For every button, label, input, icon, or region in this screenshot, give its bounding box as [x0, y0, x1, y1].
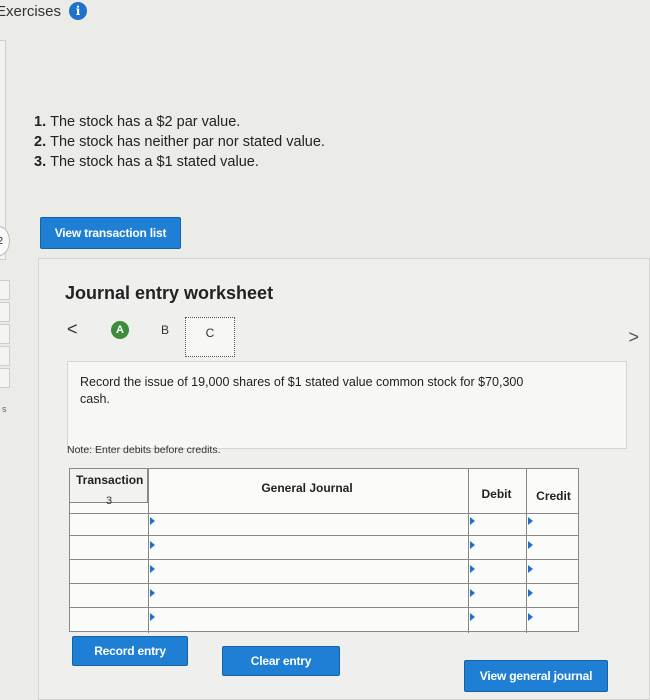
table-row[interactable] — [70, 607, 578, 608]
requirement-item: 1. The stock has a $2 par value. — [34, 114, 241, 130]
entry-cell-marker-icon — [528, 589, 533, 597]
view-general-journal-button[interactable]: View general journal — [464, 660, 608, 692]
requirements-list: 1. The stock has a $2 par value. 2. The st… — [34, 112, 325, 172]
journal-entry-worksheet: Journal entry worksheet < A B C > Record… — [38, 258, 650, 700]
entry-cell-marker-icon — [528, 541, 533, 549]
requirement-item: 3. The stock has a $1 stated value. — [34, 154, 259, 170]
entry-cell-marker-icon — [150, 565, 155, 573]
worksheet-title: Journal entry worksheet — [65, 283, 274, 303]
entry-cell-marker-icon — [528, 517, 533, 525]
entry-cell-marker-icon — [470, 541, 475, 549]
table-row[interactable] — [70, 559, 578, 560]
exercises-header: Exercises i — [0, 0, 650, 22]
column-header-debit: Debit — [468, 469, 524, 513]
transaction-description: Record the issue of 19,000 shares of $1 … — [67, 361, 627, 449]
note-text: Note: Enter debits before credits. — [67, 444, 221, 456]
view-transaction-list-button[interactable]: View transaction list — [40, 217, 181, 249]
entry-cell-marker-icon — [150, 517, 155, 525]
entry-cell-marker-icon — [150, 589, 155, 597]
entry-cell-marker-icon — [470, 589, 475, 597]
side-letter: s — [2, 404, 7, 414]
info-icon[interactable]: i — [69, 2, 88, 20]
entry-cell-marker-icon — [470, 517, 475, 525]
record-entry-button[interactable]: Record entry — [72, 636, 188, 666]
tab-c[interactable]: C — [185, 317, 235, 357]
left-side-boxes — [0, 280, 10, 390]
tab-a[interactable]: A — [111, 321, 129, 339]
entry-cell-marker-icon — [150, 541, 155, 549]
chevron-left-icon[interactable]: < — [67, 319, 78, 340]
chevron-right-icon[interactable]: > — [628, 327, 639, 348]
entry-cell-marker-icon — [470, 613, 475, 621]
table-row[interactable] — [70, 583, 578, 584]
column-divider — [468, 469, 469, 633]
column-divider — [148, 469, 149, 633]
entry-cell-marker-icon — [528, 613, 533, 621]
tab-b[interactable]: B — [161, 323, 169, 337]
entry-cell-marker-icon — [528, 565, 533, 573]
entry-cell-marker-icon — [470, 565, 475, 573]
table-row[interactable] — [70, 513, 578, 514]
clear-entry-button[interactable]: Clear entry — [222, 646, 340, 676]
journal-table: Transaction General Journal Debit Credit… — [69, 468, 580, 633]
header-title: Exercises — [0, 2, 62, 20]
requirement-item: 2. The stock has neither par nor stated v… — [34, 134, 325, 150]
table-row[interactable] — [70, 535, 578, 536]
column-header-general-journal: General Journal — [261, 481, 353, 495]
transaction-number: 3 — [106, 495, 113, 507]
step-marker[interactable]: 2 — [0, 226, 10, 256]
entry-cell-marker-icon — [150, 613, 155, 621]
column-header-credit: Credit — [526, 469, 580, 515]
column-divider — [526, 469, 527, 633]
